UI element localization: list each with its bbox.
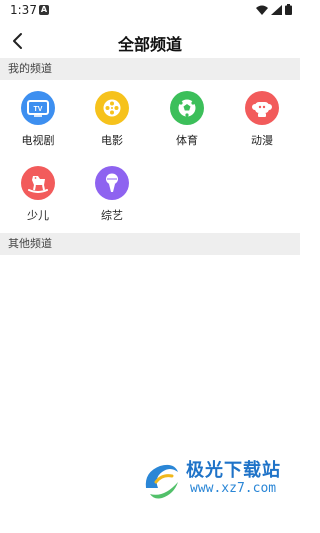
film-reel-icon — [95, 91, 129, 125]
channel-sports[interactable]: 体育 — [157, 91, 217, 148]
status-bar: 1:37 A — [0, 0, 300, 22]
status-time: 1:37 — [10, 3, 37, 17]
signal-icon — [271, 4, 282, 15]
channel-label: 电视剧 — [21, 134, 55, 147]
soccer-ball-icon — [170, 91, 204, 125]
anime-character-icon — [245, 91, 279, 125]
channel-movie[interactable]: 电影 — [82, 91, 142, 148]
microphone-icon — [95, 166, 129, 200]
svg-text:TV: TV — [34, 106, 43, 113]
section-header-my-channels: 我的频道 — [0, 58, 300, 80]
title-bar: 全部频道 — [0, 24, 300, 58]
rocking-horse-icon — [21, 166, 55, 200]
channel-variety[interactable]: 综艺 — [82, 166, 142, 223]
section-header-other-channels: 其他频道 — [0, 233, 300, 255]
channel-label: 少儿 — [27, 209, 49, 222]
channel-label: 电影 — [101, 134, 123, 147]
tv-icon: TV — [21, 91, 55, 125]
channel-label: 动漫 — [251, 134, 273, 147]
watermark: 极光下载站 www.xz7.com — [140, 452, 300, 512]
status-icons — [256, 4, 292, 15]
channel-label: 体育 — [176, 134, 198, 147]
page-title: 全部频道 — [117, 35, 182, 54]
notification-icon: A — [39, 5, 49, 15]
watermark-brand: 极光下载站 — [186, 460, 281, 481]
watermark-logo-icon — [145, 464, 178, 499]
watermark-url: www.xz7.com — [190, 481, 277, 496]
channel-kids[interactable]: 少儿 — [8, 166, 68, 223]
channel-label: 综艺 — [101, 209, 123, 222]
channel-anime[interactable]: 动漫 — [232, 91, 292, 148]
channel-tv-series[interactable]: TV 电视剧 — [8, 91, 68, 148]
wifi-icon — [256, 5, 268, 15]
battery-icon — [285, 4, 292, 15]
